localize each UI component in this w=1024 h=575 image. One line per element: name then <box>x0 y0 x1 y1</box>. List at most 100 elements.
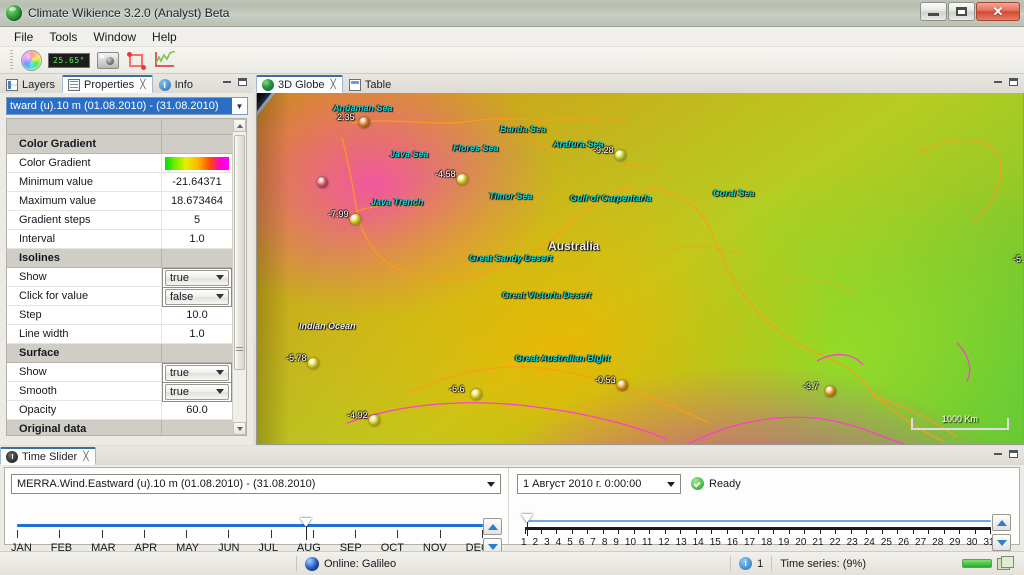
menu-help[interactable]: Help <box>144 28 185 46</box>
day-label-4[interactable]: 4 <box>556 537 562 548</box>
property-value[interactable]: 5 <box>162 211 232 229</box>
data-pin[interactable] <box>615 150 626 161</box>
day-label-28[interactable]: 28 <box>932 537 943 548</box>
data-pin[interactable] <box>359 117 370 128</box>
close-icon[interactable]: ╳ <box>330 79 335 90</box>
data-pin[interactable] <box>350 214 361 225</box>
property-row-gradient-steps[interactable]: Gradient steps 5 <box>7 211 232 230</box>
day-label-22[interactable]: 22 <box>830 537 841 548</box>
maximize-panel-icon[interactable] <box>1007 448 1020 460</box>
property-row-isolines-show[interactable]: Show true <box>7 268 232 288</box>
background-tasks-icon[interactable] <box>997 555 1014 570</box>
property-value[interactable]: -21.64371 <box>162 173 232 191</box>
day-label-27[interactable]: 27 <box>915 537 926 548</box>
close-icon[interactable]: ╳ <box>140 79 145 90</box>
properties-scrollbar[interactable] <box>232 119 246 435</box>
smooth-combo[interactable]: true <box>165 384 229 400</box>
maximize-panel-icon[interactable] <box>236 76 249 88</box>
close-button[interactable]: ✕ <box>976 2 1020 21</box>
month-slider-handle[interactable] <box>300 518 313 540</box>
tab-time-slider[interactable]: Time Slider ╳ <box>0 447 96 465</box>
tab-properties[interactable]: Properties ╳ <box>62 75 153 93</box>
day-label-21[interactable]: 21 <box>812 537 823 548</box>
day-label-7[interactable]: 7 <box>590 537 596 548</box>
data-pin[interactable] <box>825 386 836 397</box>
day-label-29[interactable]: 29 <box>949 537 960 548</box>
minimize-panel-icon[interactable] <box>220 76 233 88</box>
day-spinner-up[interactable] <box>992 514 1011 531</box>
menu-tools[interactable]: Tools <box>41 28 85 46</box>
tab-table[interactable]: Table <box>343 75 398 93</box>
day-label-16[interactable]: 16 <box>727 537 738 548</box>
property-value[interactable]: 60.0 <box>162 401 232 419</box>
data-pin[interactable] <box>457 174 468 185</box>
click-for-value-combo[interactable]: false <box>165 289 229 305</box>
day-label-14[interactable]: 14 <box>693 537 704 548</box>
time-series-chart-icon[interactable] <box>153 50 177 71</box>
property-row-interval[interactable]: Interval 1.0 <box>7 230 232 249</box>
tab-info[interactable]: i Info <box>153 75 200 93</box>
day-label-11[interactable]: 11 <box>642 537 652 548</box>
minimize-panel-icon[interactable] <box>991 76 1004 88</box>
property-value[interactable]: 10.0 <box>162 306 232 324</box>
day-label-30[interactable]: 30 <box>966 537 977 548</box>
property-value[interactable]: 1.0 <box>162 230 232 248</box>
day-label-6[interactable]: 6 <box>579 537 585 548</box>
month-track[interactable] <box>17 524 483 527</box>
color-gradient-swatch[interactable] <box>165 156 229 170</box>
day-label-20[interactable]: 20 <box>795 537 806 548</box>
isolines-show-combo[interactable]: true <box>165 270 229 286</box>
day-label-19[interactable]: 19 <box>778 537 789 548</box>
scroll-up-icon[interactable] <box>233 119 246 132</box>
globe-canvas[interactable]: Andaman Sea Banda Sea Arafura Sea Java Sea F… <box>256 93 1024 445</box>
day-label-13[interactable]: 13 <box>676 537 687 548</box>
property-row-click-for-value[interactable]: Click for value false <box>7 287 232 307</box>
property-row-surface-show[interactable]: Show true <box>7 363 232 383</box>
day-spinner-down[interactable] <box>992 534 1011 551</box>
property-row-maximum-value[interactable]: Maximum value 18.673464 <box>7 192 232 211</box>
property-row-minimum-value[interactable]: Minimum value -21.64371 <box>7 173 232 192</box>
day-label-15[interactable]: 15 <box>710 537 721 548</box>
data-pin[interactable] <box>617 380 628 391</box>
tab-layers[interactable]: Layers <box>0 75 62 93</box>
notification-area[interactable]: i 1 <box>731 556 771 572</box>
day-label-2[interactable]: 2 <box>533 537 539 548</box>
property-row-line-width[interactable]: Line width 1.0 <box>7 325 232 344</box>
month-spinner-up[interactable] <box>483 518 502 535</box>
color-wheel-icon[interactable] <box>22 50 41 71</box>
day-label-25[interactable]: 25 <box>881 537 892 548</box>
day-label-9[interactable]: 9 <box>613 537 619 548</box>
property-row-color-gradient[interactable]: Color Gradient <box>7 154 232 173</box>
data-pin[interactable] <box>308 358 319 369</box>
close-icon[interactable]: ╳ <box>83 451 88 462</box>
day-label-1[interactable]: 1 <box>521 537 527 548</box>
layer-selector-combo[interactable]: tward (u).10 m (01.08.2010) - (31.08.201… <box>6 97 248 115</box>
maximize-button[interactable] <box>948 2 975 21</box>
property-row-smooth[interactable]: Smooth true <box>7 382 232 402</box>
day-slider-handle[interactable] <box>521 514 534 536</box>
data-pin[interactable] <box>471 389 482 400</box>
surface-show-combo[interactable]: true <box>165 365 229 381</box>
day-label-10[interactable]: 10 <box>625 537 636 548</box>
property-row-opacity[interactable]: Opacity 60.0 <box>7 401 232 420</box>
property-value[interactable]: 1.0 <box>162 325 232 343</box>
day-label-12[interactable]: 12 <box>658 537 669 548</box>
day-label-18[interactable]: 18 <box>761 537 772 548</box>
chevron-down-icon[interactable]: ▼ <box>232 102 247 111</box>
day-label-5[interactable]: 5 <box>567 537 573 548</box>
dataset-combo[interactable]: MERRA.Wind.Eastward (u).10 m (01.08.2010… <box>11 474 501 494</box>
datetime-combo[interactable]: 1 Август 2010 г. 0:00:00 <box>517 474 681 494</box>
tab-3d-globe[interactable]: 3D Globe ╳ <box>256 75 343 93</box>
day-track[interactable] <box>525 520 991 522</box>
day-label-24[interactable]: 24 <box>864 537 875 548</box>
maximize-panel-icon[interactable] <box>1007 76 1020 88</box>
minimize-button[interactable] <box>920 2 947 21</box>
camera-icon[interactable] <box>97 50 119 71</box>
property-row-step[interactable]: Step 10.0 <box>7 306 232 325</box>
property-value[interactable]: 18.673464 <box>162 192 232 210</box>
scrollbar-thumb[interactable] <box>234 135 245 370</box>
day-label-26[interactable]: 26 <box>898 537 909 548</box>
menu-file[interactable]: File <box>6 28 41 46</box>
minimize-panel-icon[interactable] <box>991 448 1004 460</box>
select-region-icon[interactable] <box>126 50 146 71</box>
